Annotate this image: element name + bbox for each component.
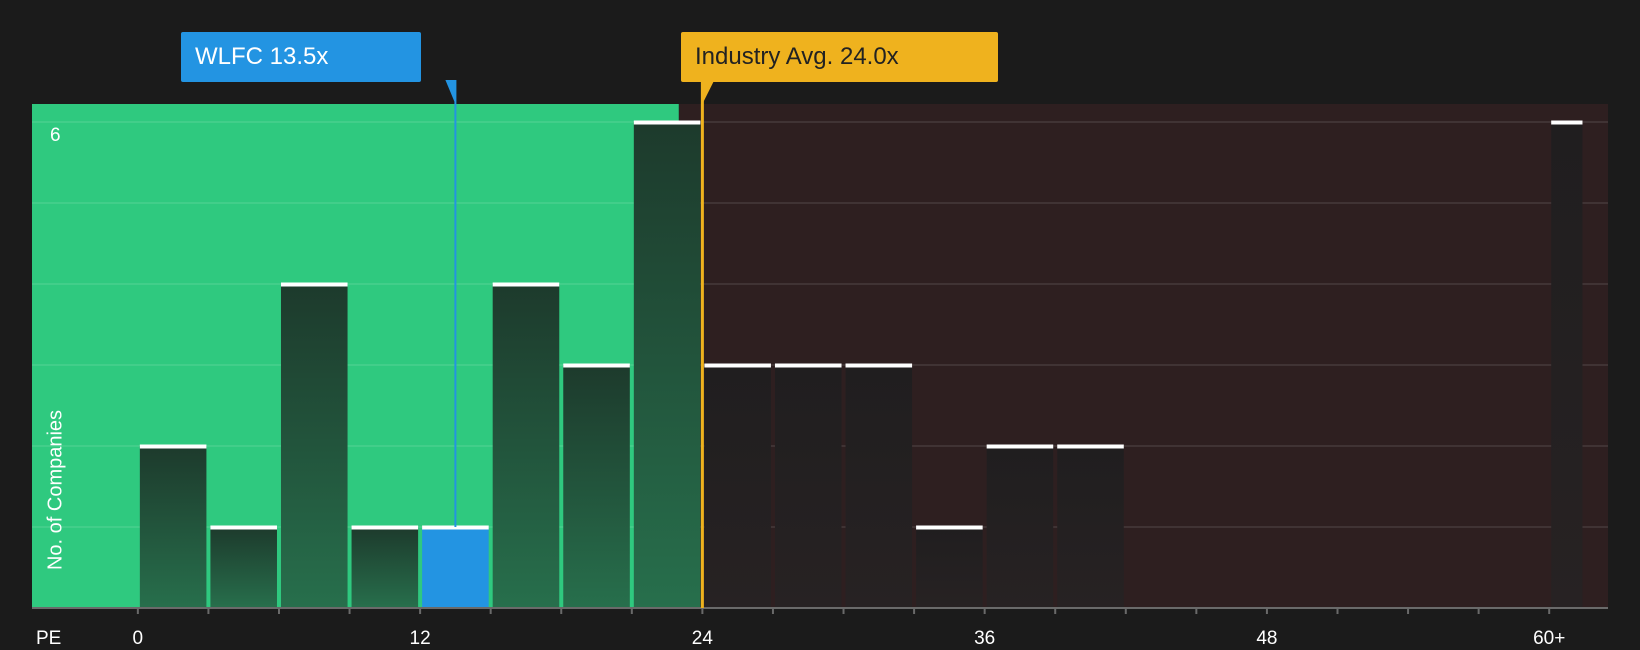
bar-cap-3 xyxy=(351,525,419,530)
bar-cap-0 xyxy=(139,444,207,449)
bar-7 xyxy=(633,122,701,608)
bar-10 xyxy=(845,365,913,608)
bar-cap-8 xyxy=(704,363,771,368)
pe-distribution-chart: WLFC 13.5x Industry Avg. 24.0x 6 No. of … xyxy=(0,0,1640,650)
bar-cap-11 xyxy=(916,525,983,530)
bar-9 xyxy=(774,365,842,608)
x-tick-label: 12 xyxy=(409,628,431,649)
y-axis-title: No. of Companies xyxy=(44,409,67,571)
x-tick-label: 24 xyxy=(691,628,713,649)
bar-14 xyxy=(1551,122,1583,608)
bar-13 xyxy=(1057,446,1124,608)
chart-svg xyxy=(32,80,1608,614)
bar-cap-1 xyxy=(210,525,277,530)
x-tick-label: 0 xyxy=(132,628,144,649)
y-tick-label-top: 6 xyxy=(50,125,61,146)
bar-11 xyxy=(916,527,983,608)
bar-3 xyxy=(351,527,419,608)
bar-0 xyxy=(139,446,207,608)
bar-cap-13 xyxy=(1057,444,1124,449)
x-axis-title: PE xyxy=(36,628,62,649)
x-tick-label: 60+ xyxy=(1533,628,1566,649)
bar-12 xyxy=(986,446,1054,608)
bar-cap-12 xyxy=(986,444,1054,449)
bar-cap-10 xyxy=(845,363,913,368)
bar-cap-2 xyxy=(280,282,348,287)
company-pe-callout: WLFC 13.5x xyxy=(181,32,421,82)
bar-cap-7 xyxy=(633,120,701,125)
bar-cap-14 xyxy=(1551,120,1583,125)
bar-5 xyxy=(492,284,560,608)
bar-2 xyxy=(280,284,348,608)
bar-cap-6 xyxy=(563,363,630,368)
bar-4 xyxy=(422,527,489,608)
bar-8 xyxy=(704,365,771,608)
bar-cap-9 xyxy=(774,363,842,368)
x-tick-label: 36 xyxy=(974,628,996,649)
bar-1 xyxy=(210,527,277,608)
industry-avg-callout: Industry Avg. 24.0x xyxy=(681,32,998,82)
x-tick-label: 48 xyxy=(1256,628,1278,649)
company-callout-pointer xyxy=(445,80,456,104)
bar-cap-5 xyxy=(492,282,560,287)
industry-callout-pointer xyxy=(702,80,715,104)
bar-6 xyxy=(563,365,630,608)
